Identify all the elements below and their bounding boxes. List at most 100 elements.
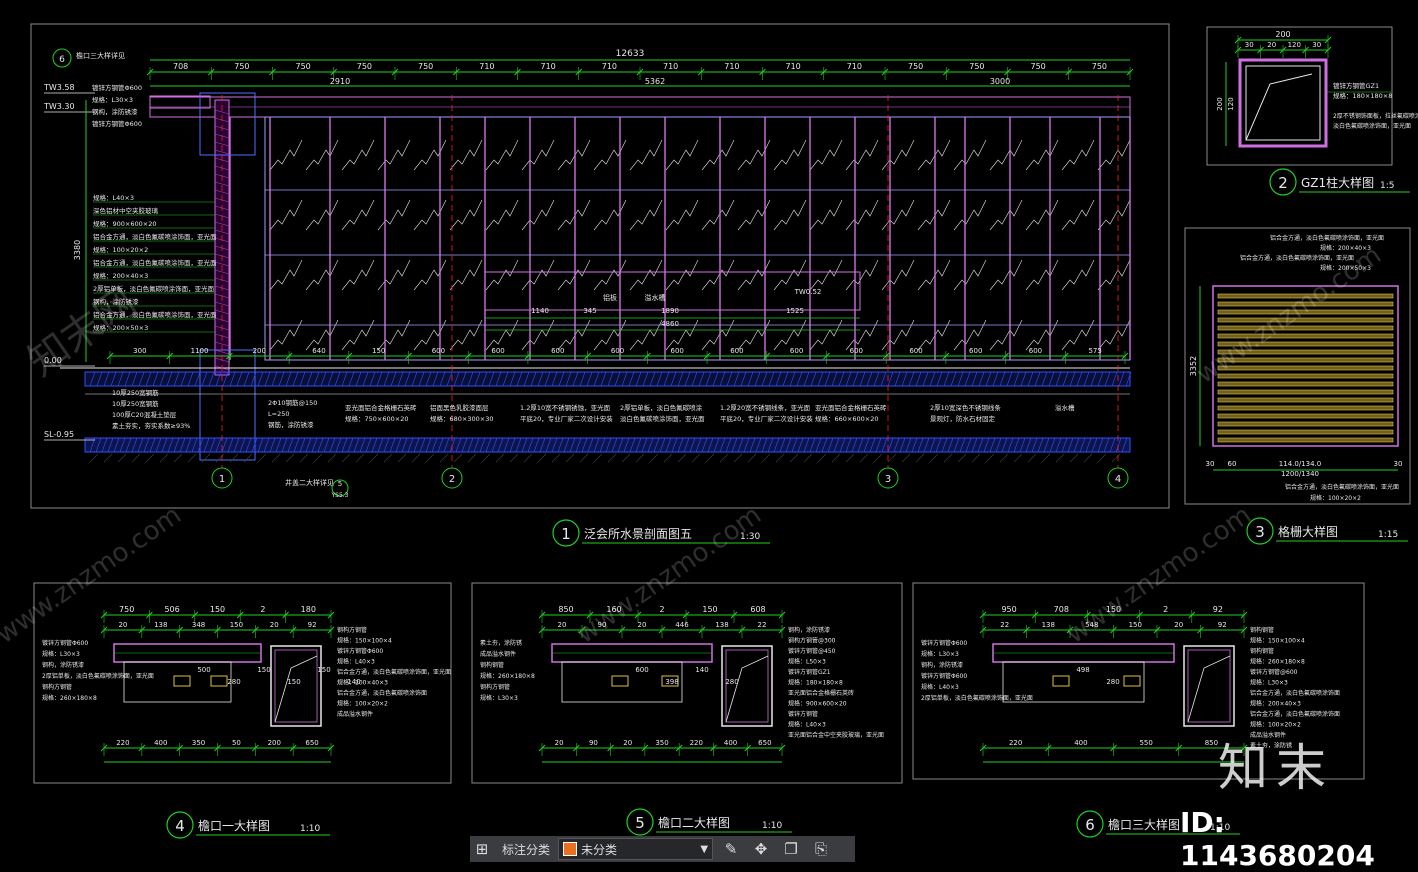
section-view: 12633 708 750 750 750 750 710 710 710 710 710 710 71… [43,48,1134,499]
glass-mark [665,259,699,291]
dim: 498 [1076,666,1089,674]
steel-angle [210,675,228,687]
dimension-label: 150 [372,347,385,355]
dimension-label: 150 [702,605,717,614]
edit-icon[interactable]: ✎ [719,837,743,861]
note: 规格：L30×3 [42,650,80,658]
soil-hatch [831,453,841,463]
move-icon[interactable]: ✥ [749,837,773,861]
dimension-label: 600 [551,347,564,355]
note: 镀锌方钢管@450 [788,647,836,655]
elevation-label: TW3.58 [43,83,75,92]
note: 规格：200×40×3 [1320,244,1371,252]
dim: 280 [227,678,240,686]
note: 规格：150×100×4 [1250,637,1305,645]
glass-mark [809,319,843,351]
soil-hatch [691,453,701,463]
glass-mark [377,199,411,231]
glass-mark [269,259,303,291]
note: 镀锌方钢管GZ1 [1333,81,1379,90]
soil-hatch [929,453,939,463]
dim: 1200/1340 [1281,470,1319,478]
annotation-note: 1.2厚10宽不锈钢锈蚀，亚光面 [520,403,611,412]
glass-mark [629,199,663,231]
dimension-label: 30 [1312,41,1321,49]
foundation-note: 100厚C20混凝土垫层 [112,410,177,419]
grille-bar [1217,341,1394,347]
note: 钢构方钢管 [337,626,367,634]
soil-hatch [803,453,813,463]
subtotal-dimension: 5362 [645,77,665,86]
glass-mark [881,199,915,231]
note: 素土夯，涂防锈 [480,639,522,647]
annotation-note: 亚光面铝合金格栅石英砖 [815,403,887,412]
note: 镀锌方钢管Φ600 [921,672,967,680]
note: 亚光面铝合金格栅石英砖 [788,689,854,697]
brand-id: ID: 1143680204 [1180,806,1375,872]
copy-icon[interactable]: ❐ [779,837,803,861]
total-dimension: 12633 [616,49,645,59]
gz1-inner [1245,65,1321,141]
dimension-label: 138 [1042,621,1055,629]
soil-hatch [747,453,757,463]
dimension-label: 92 [1213,605,1223,614]
soil-hatch [271,453,281,463]
glass-mark [917,139,951,171]
soil-hatch [369,453,379,463]
glass-mark [1025,319,1059,351]
dimension-label: 710 [724,62,739,71]
dimension-label: 90 [598,621,607,629]
glass-mark [521,259,555,291]
soil-hatch [341,453,351,463]
note: 规格：200×40×3 [337,679,388,687]
soil-hatch [663,453,673,463]
dimension-label: 608 [750,605,765,614]
dimension-label: 600 [730,347,743,355]
dimension-label: 22 [1000,621,1009,629]
note: 规格：L50×3 [788,658,826,666]
dimension-label: 138 [715,621,728,629]
dim: 30 [1394,460,1403,468]
paste-icon[interactable]: ⎘ [809,837,833,861]
grid-icon[interactable]: ⊞ [470,837,494,861]
glass-mark [521,139,555,171]
view-number: 6 [1085,816,1095,834]
glass-mark [1097,199,1131,231]
glass-mark [989,259,1023,291]
grille-detail: 3352 30 60 114.0/134.0 1200/1340 30 铝合金方通，淡白色氟… [1189,234,1402,502]
dimension-label: 640 [312,347,325,355]
foundation-note: L=250 [268,410,289,418]
glass-mark [809,199,843,231]
soil-hatch [985,453,995,463]
steel-angle [611,675,629,687]
view-number: 2 [1278,174,1288,192]
view-scale: 1:15 [1378,530,1398,540]
dim: 150 [317,666,330,674]
soil-hatch [1013,453,1023,463]
dimension-label: 550 [1139,739,1152,747]
grille-bar [1217,381,1394,387]
soil-hatch [775,453,785,463]
dimension-label: 600 [611,347,624,355]
dimension-label: 710 [479,62,494,71]
category-select[interactable]: 未分类 ▼ [558,838,714,860]
dimension-label: 20 [558,621,567,629]
dimension-label: 300 [133,347,146,355]
glass-mark [449,319,483,351]
dimension-label: 1100 [191,347,209,355]
view-scale: 1:5 [1380,181,1394,191]
annotation-note: 规格：680×300×30 [430,414,493,423]
dimension-label: 600 [850,347,863,355]
soil-hatch [859,453,869,463]
note: 规格：L30×3 [480,694,518,702]
glass-mark [521,319,555,351]
soil-hatch [257,453,267,463]
glass-mark [557,259,591,291]
glass-mark [773,259,807,291]
dimension-label: 446 [675,621,689,629]
glass-mark [593,319,627,351]
note: 规格：L30×3 [1250,679,1288,687]
note: 铝合金方通，淡白色氟碳喷涂饰面 [1250,710,1340,718]
dimension-label: 20 [1267,41,1276,49]
glass-mark [341,319,375,351]
